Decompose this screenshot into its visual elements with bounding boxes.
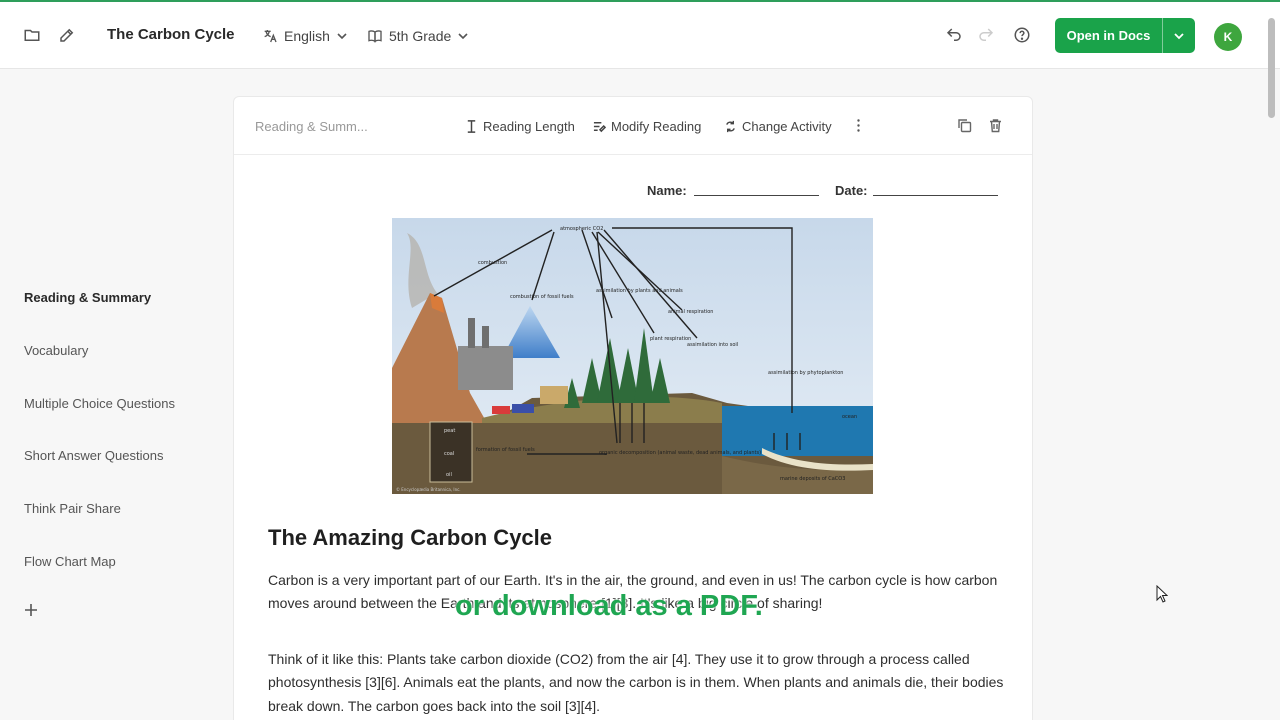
chimney [468, 318, 475, 348]
carbon-cycle-illustration: atmospheric CO2 combustion combustion of… [392, 218, 873, 494]
carbon-cycle-diagram: atmospheric CO2 combustion combustion of… [392, 218, 873, 494]
label-assim-plants: assimilation by plants and animals [596, 288, 683, 294]
edit-icon[interactable] [58, 26, 76, 44]
grade-value: 5th Grade [389, 28, 452, 44]
chevron-down-icon[interactable] [1163, 18, 1195, 53]
sidebar-item-short-answer[interactable]: Short Answer Questions [24, 448, 163, 463]
sidebar-item-flow-chart[interactable]: Flow Chart Map [24, 554, 116, 569]
label-coal: coal [444, 451, 454, 457]
section-label: Reading & Summ... [255, 119, 368, 134]
label-oil: oil [446, 472, 452, 478]
avatar[interactable]: K [1214, 23, 1242, 51]
label-decomp: organic decomposition (animal waste, dea… [599, 450, 761, 456]
chevron-down-icon [457, 30, 469, 42]
date-line[interactable] [873, 195, 998, 196]
book-icon [367, 28, 383, 44]
label-marine: marine deposits of CaCO3 [780, 476, 845, 482]
folder-icon[interactable] [23, 26, 41, 44]
chevron-down-icon [336, 30, 348, 42]
label-plant-resp: plant respiration [650, 336, 691, 342]
car [492, 406, 510, 414]
app-header: The Carbon Cycle English 5th Grade Open … [0, 2, 1280, 69]
label-peat: peat [444, 428, 455, 434]
modify-reading-button[interactable]: Modify Reading [593, 117, 701, 135]
copy-icon[interactable] [957, 118, 972, 133]
factory [458, 346, 513, 390]
plus-icon[interactable] [24, 603, 38, 617]
help-icon[interactable] [1013, 26, 1031, 44]
modify-reading-label: Modify Reading [611, 118, 702, 134]
more-icon[interactable] [851, 118, 866, 133]
label-fossil: combustion of fossil fuels [510, 294, 574, 300]
trash-icon[interactable] [988, 118, 1003, 133]
translate-icon [262, 28, 278, 44]
change-activity-button[interactable]: Change Activity [724, 117, 832, 135]
modify-icon [593, 120, 606, 133]
activity-toolbar: Reading & Summ... Reading Length Modify … [234, 97, 1032, 155]
reading-length-label: Reading Length [483, 118, 575, 134]
label-combustion: combustion [478, 260, 507, 266]
name-line[interactable] [694, 195, 819, 196]
cursor-icon [1156, 585, 1168, 603]
scrollbar-thumb[interactable] [1268, 18, 1275, 118]
text-height-icon [465, 119, 478, 133]
undo-icon[interactable] [945, 26, 963, 44]
sidebar-item-vocabulary[interactable]: Vocabulary [24, 343, 88, 358]
label-assim-soil: assimilation into soil [687, 342, 738, 348]
label-co2: atmospheric CO2 [560, 226, 603, 232]
document-title: The Carbon Cycle [107, 26, 235, 43]
language-value: English [284, 28, 330, 44]
video-caption: or download as a PDF. [455, 590, 763, 622]
name-label: Name: [647, 183, 687, 198]
label-credit: © Encyclopædia Britannica, Inc. [396, 487, 461, 492]
chimney [482, 326, 489, 348]
label-phyto: assimilation by phytoplankton [768, 370, 843, 376]
sidebar-item-think-pair-share[interactable]: Think Pair Share [24, 501, 121, 516]
worksheet-heading: The Amazing Carbon Cycle [268, 525, 553, 550]
paragraph-2: Think of it like this: Plants take carbo… [268, 651, 1004, 714]
swap-icon [724, 120, 737, 133]
grade-selector[interactable]: 5th Grade [367, 26, 469, 46]
car [512, 404, 534, 413]
label-ocean: ocean [842, 414, 857, 420]
open-in-docs-button[interactable]: Open in Docs [1055, 18, 1195, 53]
sidebar-item-reading-summary[interactable]: Reading & Summary [24, 290, 151, 305]
change-activity-label: Change Activity [742, 118, 832, 134]
house [540, 386, 568, 404]
label-formation: formation of fossil fuels [476, 447, 535, 453]
redo-icon[interactable] [977, 26, 995, 44]
sidebar-item-multiple-choice[interactable]: Multiple Choice Questions [24, 396, 175, 411]
date-label: Date: [835, 183, 868, 198]
reading-length-button[interactable]: Reading Length [465, 117, 575, 135]
open-in-docs-label[interactable]: Open in Docs [1055, 18, 1162, 53]
worksheet-card: Reading & Summ... Reading Length Modify … [233, 96, 1033, 720]
language-selector[interactable]: English [262, 26, 348, 46]
label-animal-resp: animal respiration [668, 309, 713, 315]
